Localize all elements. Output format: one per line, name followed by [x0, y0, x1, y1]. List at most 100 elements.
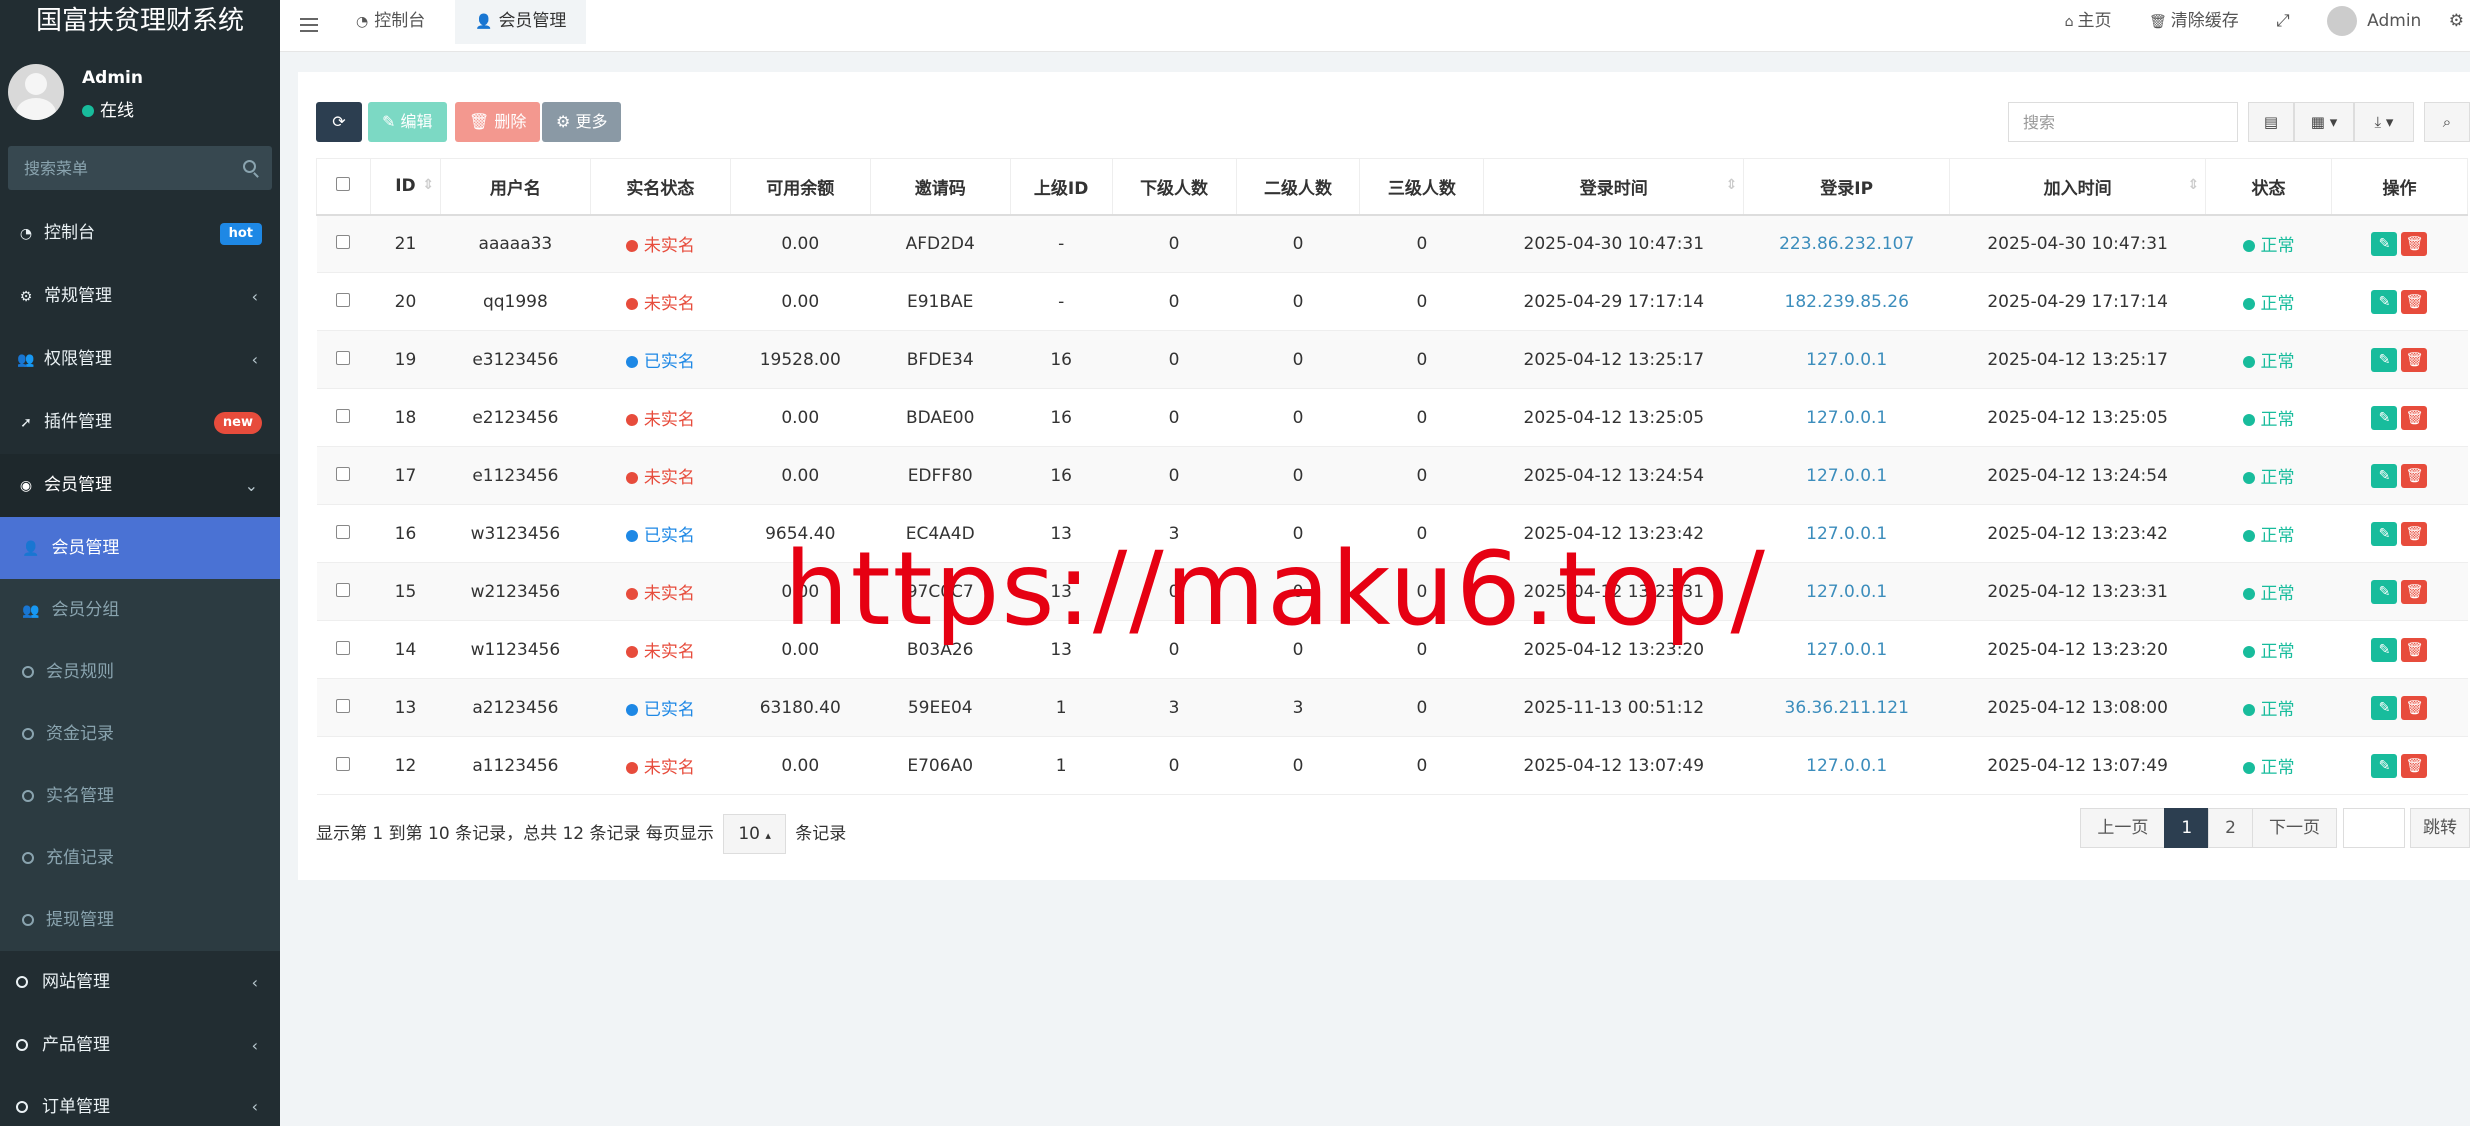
row-edit-button[interactable]: ✎	[2371, 753, 2398, 778]
row-edit-button[interactable]: ✎	[2371, 637, 2398, 662]
delete-button[interactable]: 🗑 删除	[455, 102, 541, 142]
row-delete-button[interactable]: 🗑	[2401, 347, 2428, 372]
ip-link[interactable]: 127.0.0.1	[1806, 756, 1887, 776]
export-button[interactable]: ⤓ ▾	[2354, 102, 2414, 142]
sidebar-item-products[interactable]: 产品管理 ‹	[0, 1014, 280, 1077]
sub-item-member-rule[interactable]: 会员规则	[0, 641, 280, 703]
sidebar-item-auth[interactable]: 👥 权限管理 ‹	[0, 328, 280, 391]
ip-link[interactable]: 36.36.211.121	[1785, 698, 1909, 718]
select-all[interactable]	[316, 158, 371, 216]
page-size-dropdown[interactable]: 10 ▴	[723, 814, 786, 854]
page-1-button[interactable]: 1	[2164, 808, 2210, 848]
ip-link[interactable]: 127.0.0.1	[1806, 408, 1887, 428]
cell-login-time: 2025-11-13 00:51:12	[1483, 678, 1744, 737]
toggle-view-button[interactable]: ▤	[2248, 102, 2294, 142]
row-checkbox[interactable]	[336, 292, 351, 307]
tab-dashboard[interactable]: ◔ 控制台	[336, 0, 445, 44]
row-select[interactable]	[316, 504, 371, 563]
select-all-checkbox[interactable]	[336, 177, 351, 192]
row-select[interactable]	[316, 214, 371, 273]
page-2-button[interactable]: 2	[2208, 808, 2253, 848]
row-checkbox[interactable]	[336, 234, 351, 249]
ip-link[interactable]: 182.239.85.26	[1785, 292, 1909, 312]
row-select[interactable]	[316, 562, 371, 621]
sub-item-realname[interactable]: 实名管理	[0, 765, 280, 827]
row-delete-button[interactable]: 🗑	[2401, 521, 2428, 546]
common-search-button[interactable]: ⌕	[2424, 102, 2470, 142]
row-select[interactable]	[316, 736, 371, 795]
row-select[interactable]	[316, 272, 371, 331]
col-id[interactable]: ID	[369, 158, 441, 216]
sub-item-recharge[interactable]: 充值记录	[0, 827, 280, 889]
row-edit-button[interactable]: ✎	[2371, 231, 2398, 256]
ip-link[interactable]: 223.86.232.107	[1779, 234, 1914, 254]
sidebar-item-orders[interactable]: 订单管理 ‹	[0, 1077, 280, 1123]
ip-link[interactable]: 127.0.0.1	[1806, 524, 1887, 544]
row-delete-button[interactable]: 🗑	[2401, 695, 2428, 720]
table-search-input[interactable]	[2008, 102, 2238, 142]
sidebar-item-members[interactable]: ◉ 会员管理 ⌄	[0, 454, 280, 517]
jump-page-input[interactable]	[2343, 808, 2405, 848]
sidebar-item-dashboard[interactable]: ◔ 控制台 hot	[0, 202, 280, 265]
cell-level3-count: 0	[1359, 620, 1484, 679]
ip-link[interactable]: 127.0.0.1	[1806, 350, 1887, 370]
refresh-button[interactable]: ⟳	[316, 102, 362, 142]
fullscreen-button[interactable]: ⤢	[2260, 0, 2306, 42]
row-checkbox[interactable]	[336, 582, 351, 597]
row-select[interactable]	[316, 388, 371, 447]
row-checkbox[interactable]	[336, 350, 351, 365]
next-page-button[interactable]: 下一页	[2252, 808, 2337, 848]
settings-toggle[interactable]: ⚙	[2443, 0, 2470, 42]
row-checkbox[interactable]	[336, 640, 351, 655]
row-edit-button[interactable]: ✎	[2371, 289, 2398, 314]
ip-link[interactable]: 127.0.0.1	[1806, 640, 1887, 660]
row-select[interactable]	[316, 330, 371, 389]
user-menu[interactable]: Admin	[2311, 0, 2437, 42]
ip-link[interactable]: 127.0.0.1	[1806, 582, 1887, 602]
row-checkbox[interactable]	[336, 756, 351, 771]
clear-cache-button[interactable]: 🗑 清除缓存	[2133, 0, 2255, 43]
row-select[interactable]	[316, 446, 371, 505]
pagination: 上一页 1 2 下一页 跳转	[2080, 808, 2470, 852]
sub-item-withdraw[interactable]: 提现管理	[0, 889, 280, 951]
row-delete-button[interactable]: 🗑	[2401, 579, 2428, 604]
tab-members[interactable]: 👤 会员管理	[455, 0, 587, 44]
jump-button[interactable]: 跳转	[2410, 808, 2470, 848]
row-delete-button[interactable]: 🗑	[2401, 405, 2428, 430]
edit-button[interactable]: ✎ 编辑	[368, 102, 447, 142]
sub-item-member-manage[interactable]: 👤 会员管理	[0, 517, 280, 579]
row-checkbox[interactable]	[336, 524, 351, 539]
search-icon[interactable]	[243, 160, 256, 173]
sub-item-fund-record[interactable]: 资金记录	[0, 703, 280, 765]
status-badge: 正常	[2260, 584, 2295, 604]
row-checkbox[interactable]	[336, 408, 351, 423]
row-delete-button[interactable]: 🗑	[2401, 289, 2428, 314]
row-edit-button[interactable]: ✎	[2371, 405, 2398, 430]
row-select[interactable]	[316, 620, 371, 679]
sub-item-member-group[interactable]: 👥 会员分组	[0, 579, 280, 641]
sidebar-item-plugins[interactable]: ➚ 插件管理 new	[0, 391, 280, 454]
row-edit-button[interactable]: ✎	[2371, 579, 2398, 604]
sidebar-item-general[interactable]: ⚙ 常规管理 ‹	[0, 265, 280, 328]
col-login-time[interactable]: 登录时间	[1483, 158, 1745, 216]
ip-link[interactable]: 127.0.0.1	[1806, 466, 1887, 486]
prev-page-button[interactable]: 上一页	[2080, 808, 2166, 848]
row-edit-button[interactable]: ✎	[2371, 695, 2398, 720]
row-delete-button[interactable]: 🗑	[2401, 463, 2428, 488]
row-edit-button[interactable]: ✎	[2371, 463, 2398, 488]
menu-search-input[interactable]	[8, 146, 272, 190]
row-delete-button[interactable]: 🗑	[2401, 753, 2428, 778]
row-edit-button[interactable]: ✎	[2371, 347, 2398, 372]
row-delete-button[interactable]: 🗑	[2401, 231, 2428, 256]
row-edit-button[interactable]: ✎	[2371, 521, 2398, 546]
row-delete-button[interactable]: 🗑	[2401, 637, 2428, 662]
columns-button[interactable]: ▦ ▾	[2294, 102, 2354, 142]
sidebar-item-website[interactable]: 网站管理 ‹	[0, 951, 280, 1014]
row-checkbox[interactable]	[336, 698, 351, 713]
row-checkbox[interactable]	[336, 466, 351, 481]
row-select[interactable]	[316, 678, 371, 737]
more-button[interactable]: ⚙ 更多	[542, 102, 622, 142]
home-link[interactable]: ⌂ 主页	[2049, 0, 2128, 43]
col-join-time[interactable]: 加入时间	[1949, 158, 2207, 216]
menu-toggle-icon[interactable]	[300, 18, 318, 32]
